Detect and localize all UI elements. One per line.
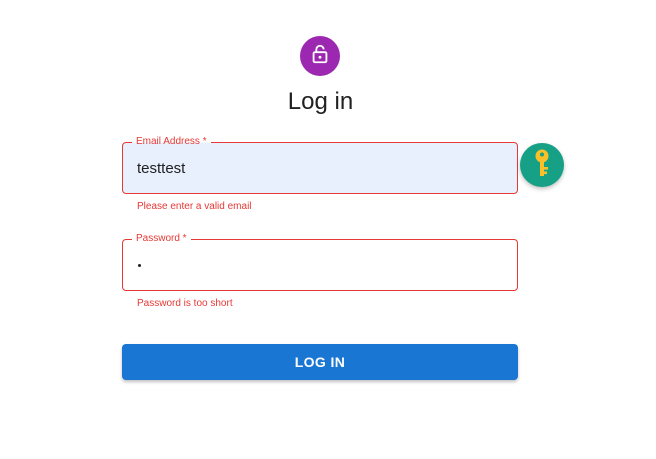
page-title: Log in (287, 88, 354, 115)
lock-avatar (300, 36, 340, 76)
password-mask-dot (138, 264, 141, 267)
login-button[interactable]: LOG IN (122, 344, 518, 380)
login-page: Log in Email Address * testtest Please e… (0, 0, 656, 459)
email-field-label: Email Address * (132, 135, 211, 149)
email-error-text: Please enter a valid email (137, 201, 252, 212)
password-field[interactable]: Password * (122, 232, 518, 291)
email-input-value[interactable]: testtest (137, 160, 185, 178)
email-field[interactable]: Email Address * testtest (122, 135, 518, 194)
password-error-text: Password is too short (137, 298, 233, 309)
lock-open-icon (309, 43, 331, 70)
key-icon (530, 148, 554, 183)
password-field-label: Password * (132, 232, 191, 246)
password-manager-button[interactable] (520, 143, 564, 187)
